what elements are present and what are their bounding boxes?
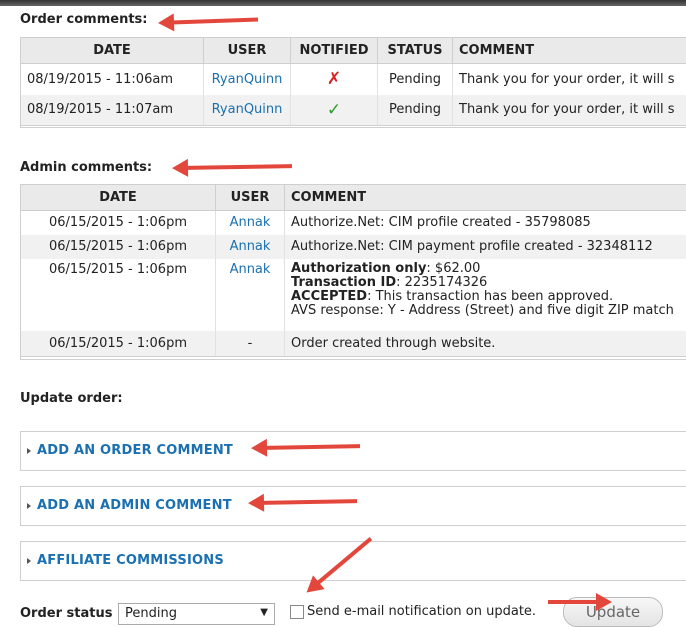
affiliate-commissions-toggle[interactable]: AFFILIATE COMMISSIONS [27, 553, 224, 568]
table-row: 06/15/2015 - 1:06pm Annak Authorize.Net:… [21, 211, 686, 235]
fieldset-label: ADD AN ADMIN COMMENT [37, 498, 232, 513]
date-cell: 08/19/2015 - 11:06am [21, 64, 204, 95]
user-cell: - [216, 331, 285, 357]
col-header-user[interactable]: USER [216, 185, 285, 211]
user-link[interactable]: Annak [216, 211, 285, 235]
order-status-label: Order status [20, 606, 112, 621]
table-row: 08/19/2015 - 11:07am RyanQuinn ✓ Pending… [21, 95, 686, 126]
order-comments-title: Order comments: [20, 12, 147, 27]
table-row: 06/15/2015 - 1:06pm Annak Authorization … [21, 259, 686, 331]
auth-value: : $62.00 [426, 261, 480, 276]
admin-comments-title: Admin comments: [20, 160, 152, 175]
accepted-value: : This transaction has been approved. [367, 289, 613, 304]
date-cell: 06/15/2015 - 1:06pm [21, 235, 216, 259]
add-order-comment-fieldset[interactable]: ADD AN ORDER COMMENT [20, 431, 686, 471]
comment-cell: Authorize.Net: CIM payment profile creat… [285, 235, 686, 259]
auth-label: Authorization only [291, 261, 426, 276]
col-header-comment[interactable]: COMMENT [285, 185, 686, 211]
update-order-title: Update order: [20, 391, 123, 406]
txn-value: : 2235174326 [396, 275, 487, 290]
txn-label: Transaction ID [291, 275, 396, 290]
checkmark-icon: ✓ [291, 95, 378, 126]
comment-cell: Order created through website. [285, 331, 686, 357]
send-email-checkbox[interactable] [290, 605, 304, 619]
annotation-arrow [186, 164, 292, 170]
triangle-right-icon [27, 558, 31, 564]
top-shadow-bar [0, 0, 686, 6]
auth-line: Authorization only: $62.00 [291, 262, 686, 276]
col-header-date[interactable]: DATE [21, 185, 216, 211]
comment-cell: Thank you for your order, it will s [453, 95, 686, 126]
send-email-label[interactable]: Send e-mail notification on update. [307, 604, 536, 619]
chevron-down-icon: ▼ [260, 607, 268, 618]
order-comments-table-wrap: DATE USER NOTIFIED STATUS COMMENT 08/19/… [20, 37, 686, 128]
order-status-value: Pending [125, 606, 177, 621]
triangle-right-icon [27, 448, 31, 454]
table-row: 06/15/2015 - 1:06pm - Order created thro… [21, 331, 686, 357]
annotation-arrow [172, 18, 258, 25]
order-comments-table: DATE USER NOTIFIED STATUS COMMENT 08/19/… [20, 37, 686, 126]
col-header-user[interactable]: USER [204, 38, 291, 64]
date-cell: 06/15/2015 - 1:06pm [21, 331, 216, 357]
date-cell: 06/15/2015 - 1:06pm [21, 259, 216, 331]
user-link[interactable]: RyanQuinn [204, 95, 291, 126]
fieldset-label: AFFILIATE COMMISSIONS [37, 553, 224, 568]
comment-cell: Authorization only: $62.00 Transaction I… [285, 259, 686, 331]
comment-cell: Thank you for your order, it will s [453, 64, 686, 95]
order-status-select[interactable]: Pending ▼ [118, 603, 275, 625]
table-row: 06/15/2015 - 1:06pm Annak Authorize.Net:… [21, 235, 686, 259]
add-admin-comment-fieldset[interactable]: ADD AN ADMIN COMMENT [20, 486, 686, 526]
table-row: 08/19/2015 - 11:06am RyanQuinn ✗ Pending… [21, 64, 686, 95]
date-cell: 06/15/2015 - 1:06pm [21, 211, 216, 235]
date-cell: 08/19/2015 - 11:07am [21, 95, 204, 126]
affiliate-commissions-fieldset[interactable]: AFFILIATE COMMISSIONS [20, 541, 686, 581]
txn-line: Transaction ID: 2235174326 [291, 276, 686, 290]
user-link[interactable]: Annak [216, 235, 285, 259]
avs-line: AVS response: Y - Address (Street) and f… [291, 304, 686, 318]
status-cell: Pending [378, 95, 453, 126]
status-cell: Pending [378, 64, 453, 95]
accepted-line: ACCEPTED: This transaction has been appr… [291, 290, 686, 304]
add-admin-comment-toggle[interactable]: ADD AN ADMIN COMMENT [27, 498, 232, 513]
admin-comments-table: DATE USER COMMENT 06/15/2015 - 1:06pm An… [20, 184, 686, 357]
fieldset-label: ADD AN ORDER COMMENT [37, 443, 233, 458]
cross-icon: ✗ [291, 64, 378, 95]
annotation-arrow [548, 600, 598, 604]
user-link[interactable]: RyanQuinn [204, 64, 291, 95]
accepted-label: ACCEPTED [291, 289, 367, 304]
col-header-comment[interactable]: COMMENT [453, 38, 686, 64]
add-order-comment-toggle[interactable]: ADD AN ORDER COMMENT [27, 443, 233, 458]
user-link[interactable]: Annak [216, 259, 285, 331]
triangle-right-icon [27, 503, 31, 509]
admin-comments-table-wrap: DATE USER COMMENT 06/15/2015 - 1:06pm An… [20, 184, 686, 360]
col-header-status[interactable]: STATUS [378, 38, 453, 64]
comment-cell: Authorize.Net: CIM profile created - 357… [285, 211, 686, 235]
col-header-notified[interactable]: NOTIFIED [291, 38, 378, 64]
col-header-date[interactable]: DATE [21, 38, 204, 64]
